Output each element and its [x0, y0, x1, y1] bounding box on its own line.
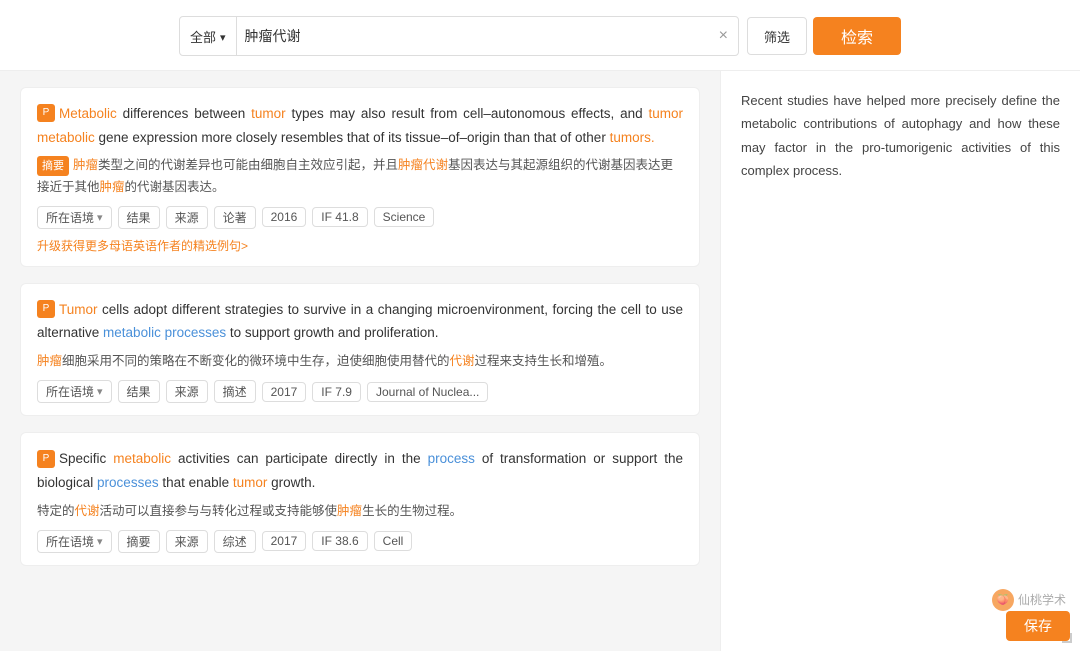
right-panel: Recent studies have helped more precisel…: [720, 71, 1080, 651]
search-bar: 全部 × 筛选 检索: [0, 0, 1080, 71]
card-2-text-zh: 肿瘤细胞采用不同的策略在不断变化的微环境中生存，迫使细胞使用替代的代谢过程来支持…: [37, 351, 683, 372]
main-content: PMetabolic differences between tumor typ…: [0, 71, 1080, 651]
watermark-logo: 🍑: [992, 589, 1014, 611]
card-2-icon: P: [37, 300, 55, 318]
tag-year: 2017: [262, 531, 307, 551]
highlight: metabolic processes: [103, 325, 226, 340]
card-2-tags: 所在语境 结果 来源 摘述 2017 IF 7.9 Journal of Nuc…: [37, 380, 683, 403]
highlight: Metabolic: [59, 106, 117, 121]
tag-abstract[interactable]: 摘要: [118, 530, 160, 553]
tag-source[interactable]: 来源: [166, 530, 208, 553]
tag-source[interactable]: 来源: [166, 206, 208, 229]
tag-review[interactable]: 综述: [214, 530, 256, 553]
tag-if: IF 38.6: [312, 531, 367, 551]
highlight: Tumor: [59, 302, 98, 317]
tag-source[interactable]: 来源: [166, 380, 208, 403]
search-input-wrapper: 全部 ×: [179, 16, 739, 56]
result-card-1: PMetabolic differences between tumor typ…: [20, 87, 700, 267]
watermark-text: 仙桃学术: [1018, 590, 1066, 610]
tag-result[interactable]: 结果: [118, 380, 160, 403]
result-card-3: PSpecific metabolic activities can parti…: [20, 432, 700, 566]
tag-context[interactable]: 所在语境: [37, 380, 112, 403]
card-1-text-zh: 摘要肿瘤类型之间的代谢差异也可能由细胞自主效应引起，并且肿瘤代谢基因表达与其起源…: [37, 155, 683, 198]
tag-journal: Cell: [374, 531, 413, 551]
card-1-tags: 所在语境 结果 来源 论著 2016 IF 41.8 Science: [37, 206, 683, 229]
card-3-icon: P: [37, 450, 55, 468]
tag-result[interactable]: 结果: [118, 206, 160, 229]
results-panel: PMetabolic differences between tumor typ…: [0, 71, 720, 651]
highlight: process: [428, 451, 475, 466]
tag-context[interactable]: 所在语境: [37, 206, 112, 229]
clear-icon[interactable]: ×: [709, 27, 738, 45]
highlight: metabolic: [113, 451, 171, 466]
tag-abstract[interactable]: 摘述: [214, 380, 256, 403]
upgrade-link[interactable]: 升级获得更多母语英语作者的精选例句>: [37, 237, 683, 254]
tag-journal: Science: [374, 207, 435, 227]
highlight: processes: [97, 475, 159, 490]
tag-context[interactable]: 所在语境: [37, 530, 112, 553]
tag-paper[interactable]: 论著: [214, 206, 256, 229]
tag-chevron-icon: [97, 535, 103, 548]
tag-journal: Journal of Nuclea...: [367, 382, 488, 402]
search-input[interactable]: [237, 17, 709, 55]
card-2-text-en: PTumor cells adopt different strategies …: [37, 298, 683, 345]
tag-year: 2017: [262, 382, 307, 402]
category-selector[interactable]: 全部: [180, 17, 237, 55]
tag-year: 2016: [262, 207, 307, 227]
filter-button[interactable]: 筛选: [747, 17, 807, 55]
tag-chevron-icon: [97, 211, 103, 224]
highlight: tumors.: [610, 130, 655, 145]
right-panel-text: Recent studies have helped more precisel…: [741, 89, 1060, 183]
search-button[interactable]: 检索: [813, 17, 901, 55]
category-chevron-icon: [220, 29, 226, 44]
category-label: 全部: [190, 27, 216, 46]
watermark: 🍑 仙桃学术: [992, 589, 1066, 611]
tag-if: IF 7.9: [312, 382, 361, 402]
translation-badge: 摘要: [37, 156, 69, 177]
highlight: tumor: [233, 475, 268, 490]
card-3-text-zh: 特定的代谢活动可以直接参与与转化过程或支持能够使肿瘤生长的生物过程。: [37, 501, 683, 522]
card-3-tags: 所在语境 摘要 来源 综述 2017 IF 38.6 Cell: [37, 530, 683, 553]
tag-chevron-icon: [97, 385, 103, 398]
card-1-text-en: PMetabolic differences between tumor typ…: [37, 102, 683, 149]
card-3-text-en: PSpecific metabolic activities can parti…: [37, 447, 683, 494]
highlight: tumor: [251, 106, 286, 121]
tag-if: IF 41.8: [312, 207, 367, 227]
result-card-2: PTumor cells adopt different strategies …: [20, 283, 700, 417]
card-1-icon: P: [37, 104, 55, 122]
